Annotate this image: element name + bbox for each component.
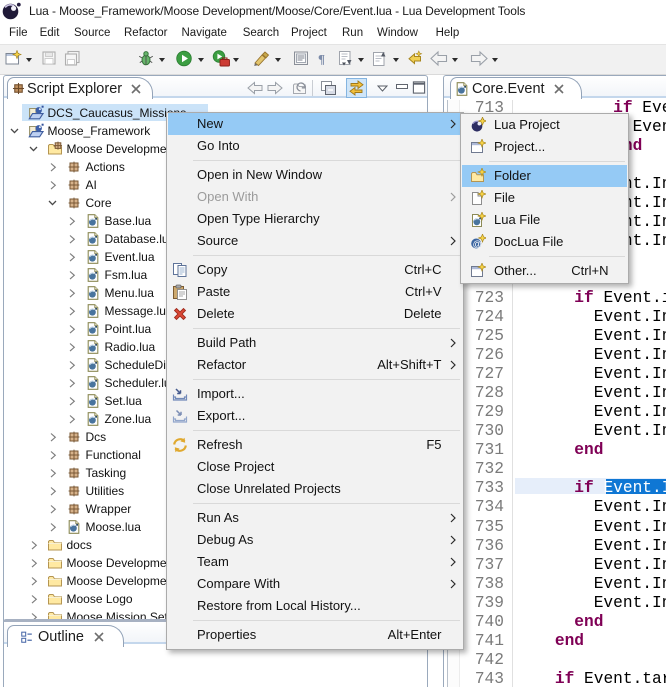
svg-text:¶: ¶	[318, 52, 325, 67]
